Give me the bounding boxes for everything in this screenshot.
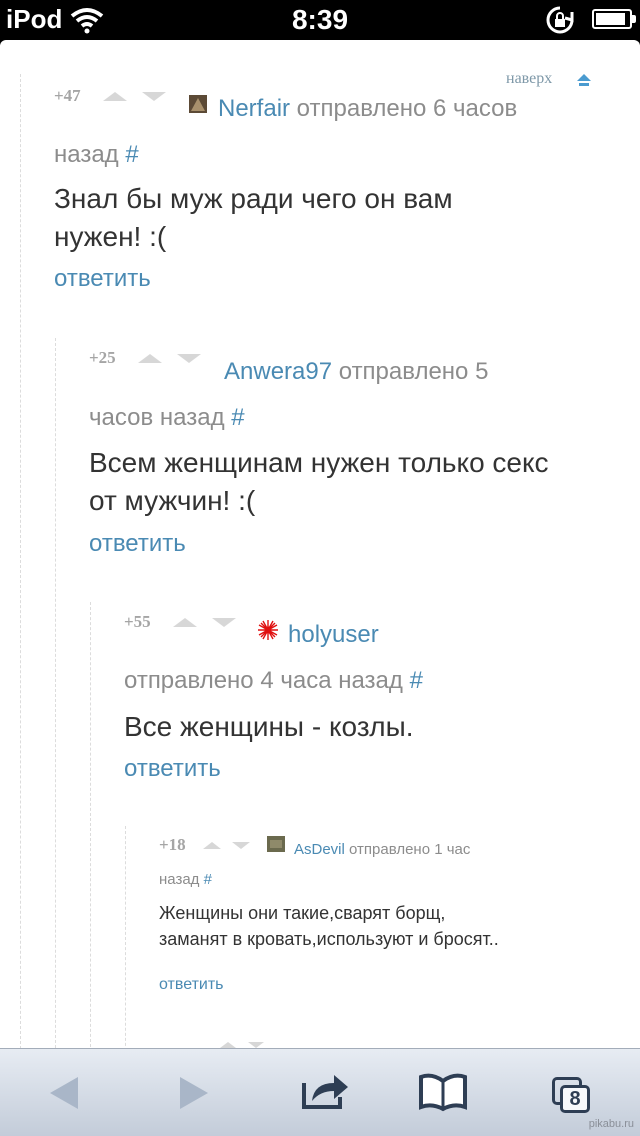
comment-permalink[interactable]: # — [204, 871, 212, 888]
browser-toolbar: 8 pikabu.ru — [0, 1048, 640, 1136]
share-icon[interactable] — [300, 1069, 350, 1111]
battery-icon — [592, 9, 636, 29]
comment-username[interactable]: AsDevil — [294, 841, 345, 858]
tabs-icon[interactable]: 8 — [560, 1085, 590, 1113]
back-arrow-icon[interactable] — [44, 1073, 84, 1113]
tabs-count: 8 — [569, 1088, 581, 1110]
comment-meta: AsDevil отправлено 1 час назад # — [159, 835, 499, 895]
orientation-lock-icon — [546, 6, 574, 34]
battery-level — [596, 13, 625, 25]
status-bar: iPod 8:39 — [0, 0, 640, 40]
watermark: pikabu.ru — [588, 1118, 634, 1130]
bookmarks-book-icon[interactable] — [418, 1073, 468, 1113]
comments-page: наверх +47 Nerfair отправлено 6 часов на… — [0, 40, 640, 1048]
comment: +18 AsDevil отправлено 1 час назад # Жен… — [0, 40, 640, 1010]
reply-link[interactable]: ответить — [159, 976, 224, 994]
forward-arrow-icon[interactable] — [174, 1073, 214, 1113]
comment-text: Женщины они такие,сварят борщ, заманят в… — [159, 903, 499, 949]
